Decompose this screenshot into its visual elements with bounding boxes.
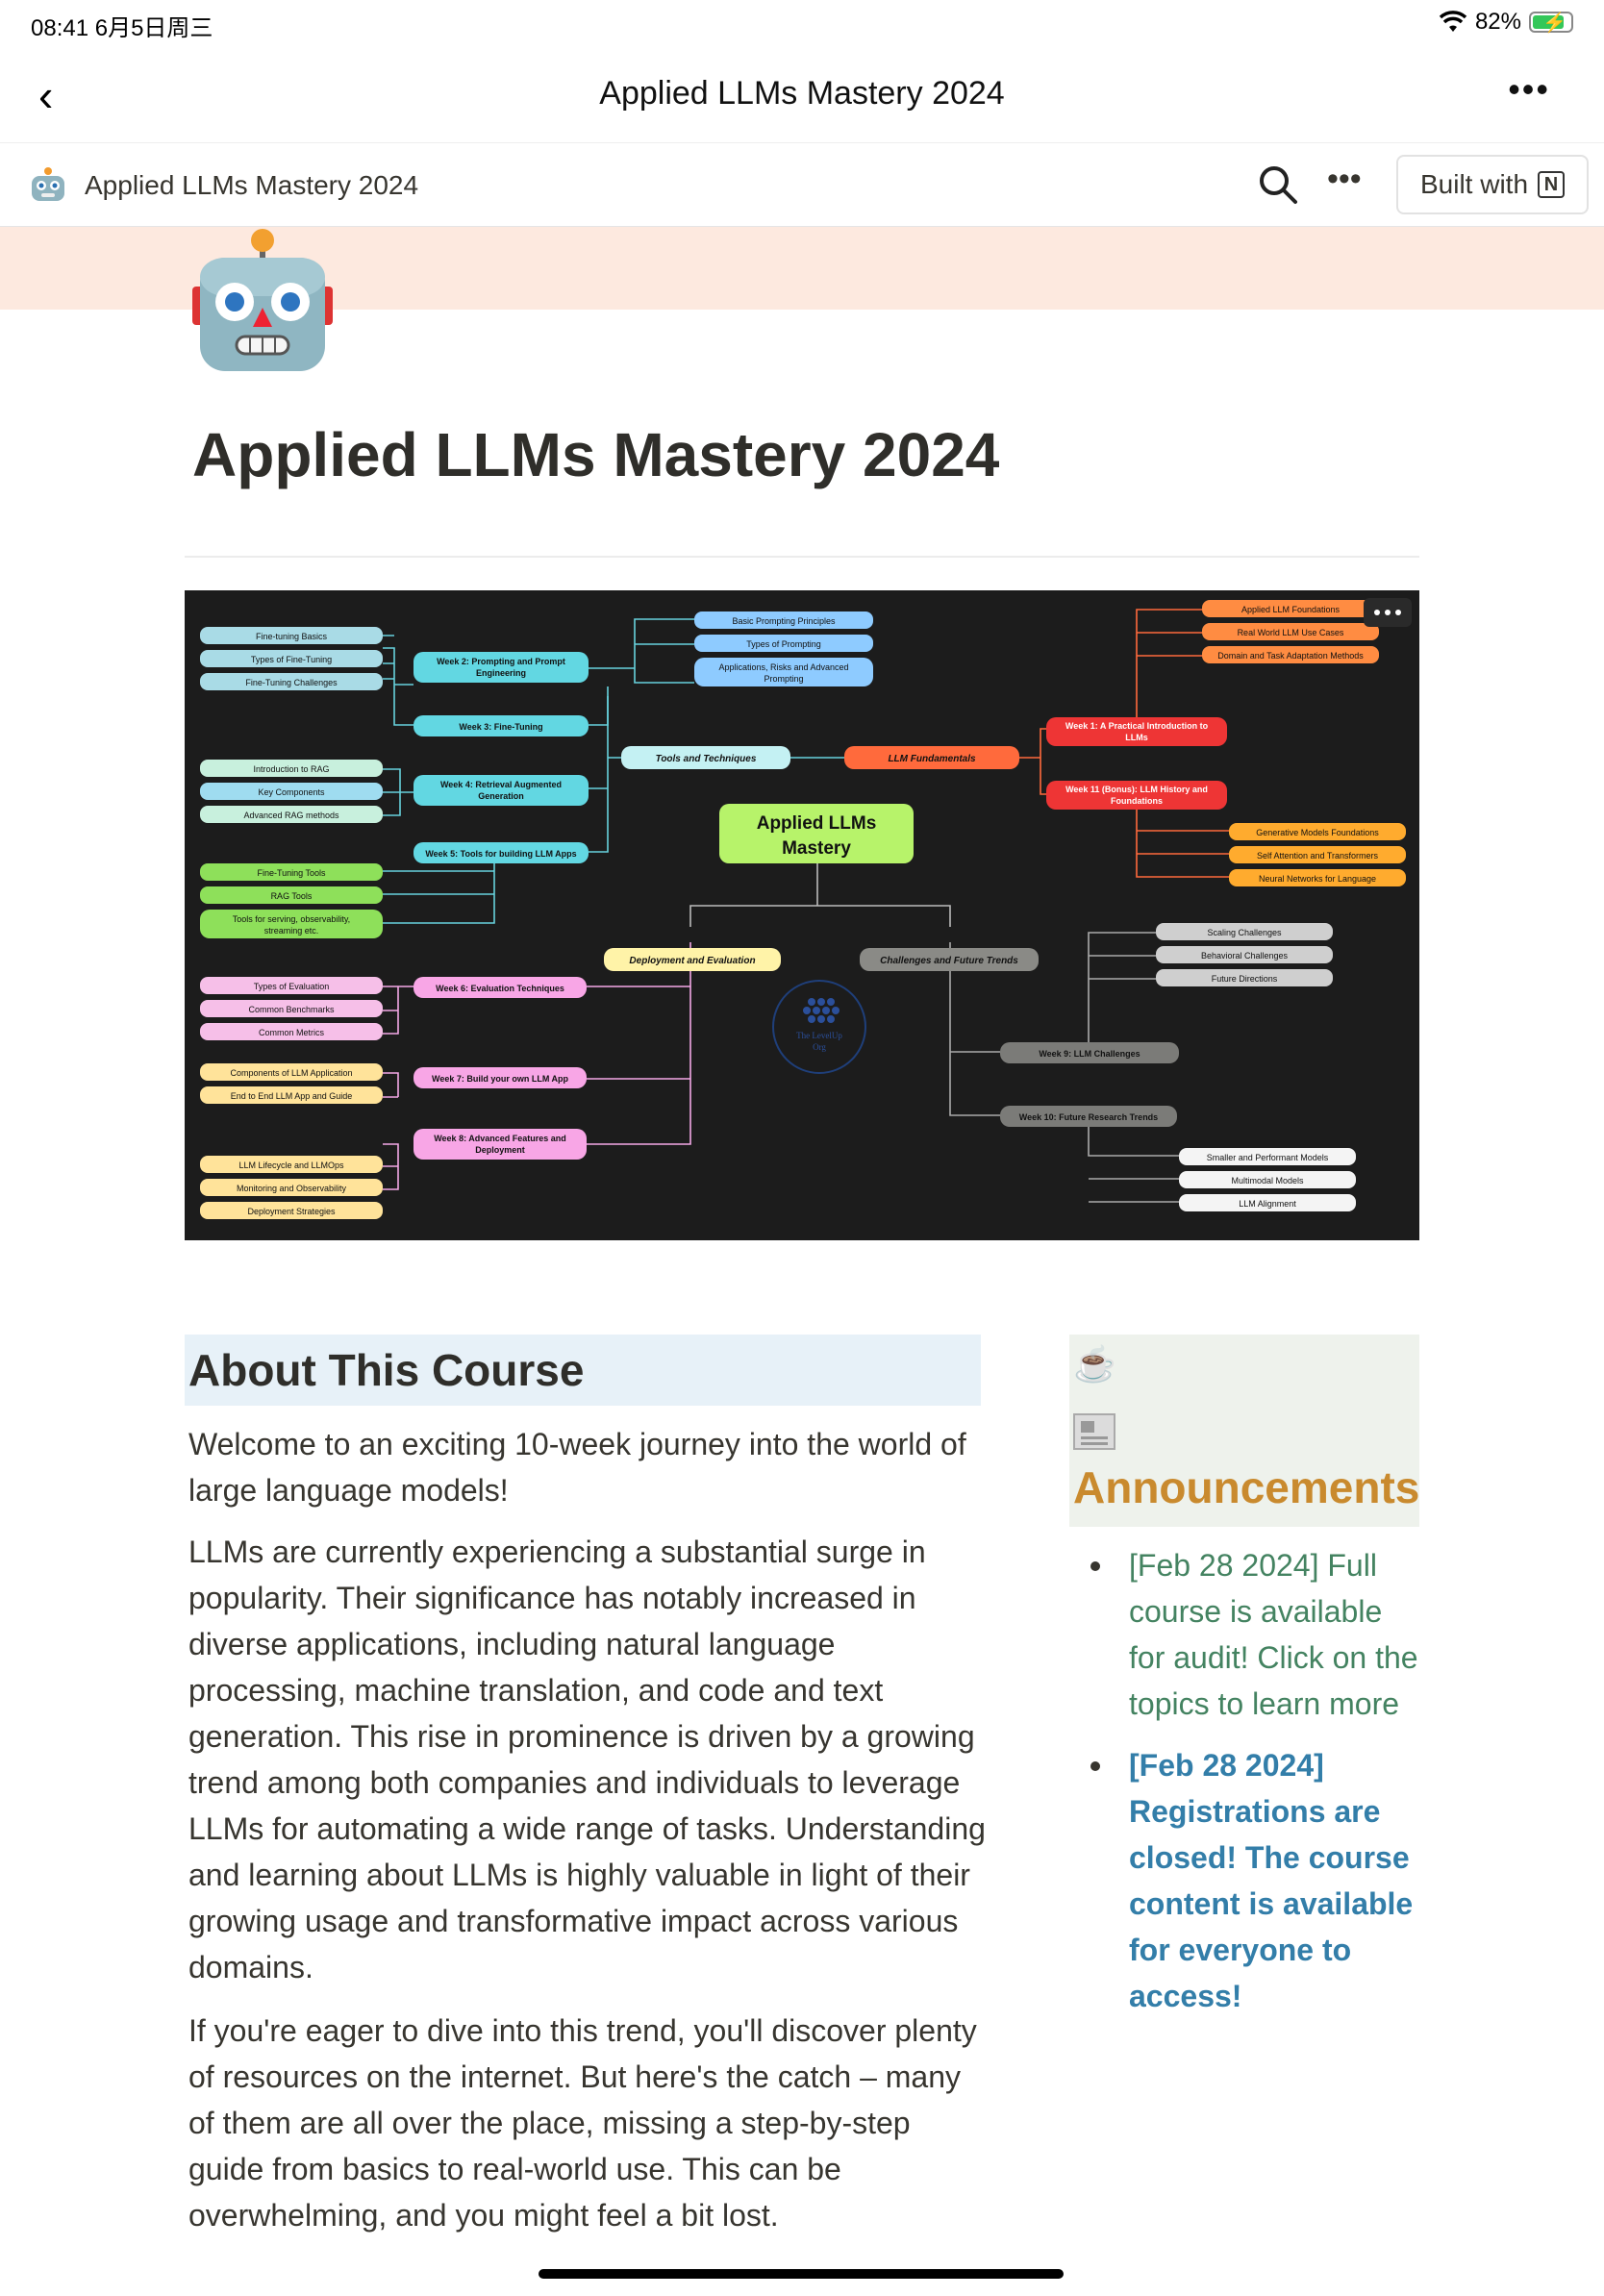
mindmap-week11-line1: Week 11 (Bonus): LLM History and (1065, 785, 1208, 794)
mindmap-week4-item: Advanced RAG methods (243, 811, 339, 820)
mindmap-center-line1: Applied LLMs (757, 813, 877, 834)
mindmap-week8-item: Deployment Strategies (247, 1207, 336, 1216)
built-with-notion-button[interactable]: Built with N (1396, 155, 1589, 214)
mindmap-week5-item: Tools for serving, observability, (233, 914, 350, 924)
mindmap-week10-item: LLM Alignment (1239, 1199, 1296, 1209)
mindmap-week3-item: Types of Fine-Tuning (251, 655, 332, 664)
mindmap-week10-item: Multimodal Models (1231, 1176, 1304, 1185)
bullet-icon (1090, 1761, 1100, 1771)
about-heading: About This Course (185, 1335, 981, 1406)
built-with-label: Built with (1419, 169, 1529, 199)
battery-percent: 82% (1474, 9, 1521, 35)
status-right: 82% ⚡ (1439, 9, 1573, 36)
mindmap-week1-item: Real World LLM Use Cases (1238, 628, 1344, 637)
page-robot-icon (192, 229, 333, 371)
notion-logo-icon: N (1538, 171, 1566, 198)
nav-bar: ‹ Applied LLMs Mastery 2024 ••• (0, 48, 1604, 140)
mindmap-week4-item: Introduction to RAG (253, 764, 329, 774)
mindmap-week9-item: Scaling Challenges (1207, 928, 1282, 937)
mindmap-week6-item: Common Metrics (259, 1028, 325, 1037)
mindmap-week3-item: Fine-Tuning Challenges (245, 678, 338, 687)
mindmap-center-line2: Mastery (782, 838, 851, 859)
mindmap-week8-line2: Deployment (475, 1145, 525, 1155)
mindmap-week1-item: Applied LLM Foundations (1241, 605, 1341, 614)
announcements-heading-block: Announcements (1073, 1398, 1420, 1517)
mindmap-week2-item: Types of Prompting (746, 639, 821, 649)
mindmap-week2-item: Basic Prompting Principles (732, 616, 836, 626)
announcement-item[interactable]: [Feb 28 2024] Registrations are closed! … (1069, 1742, 1419, 2019)
wifi-icon (1439, 11, 1467, 32)
mindmap-week8-item: LLM Lifecycle and LLMOps (238, 1160, 344, 1170)
mindmap-week6-item: Types of Evaluation (254, 982, 330, 991)
mindmap-week2-item: Prompting (764, 674, 803, 684)
nav-title: Applied LLMs Mastery 2024 (599, 75, 1005, 112)
mindmap-week5: Week 5: Tools for building LLM Apps (425, 849, 576, 859)
about-paragraph-2: LLMs are currently experiencing a substa… (188, 1535, 986, 1984)
mindmap-week9-item: Future Directions (1212, 974, 1278, 984)
mindmap-week9: Week 9: LLM Challenges (1039, 1049, 1140, 1059)
mindmap-week5-item: RAG Tools (271, 891, 313, 901)
bullet-icon (1090, 1561, 1100, 1571)
announcements-header: ☕ Announcements (1069, 1335, 1419, 1527)
coffee-icon: ☕ (1073, 1344, 1116, 1384)
about-paragraph-1: Welcome to an exciting 10-week journey i… (188, 1427, 966, 1508)
mindmap-week5-item: streaming etc. (264, 926, 319, 936)
mindmap-week3: Week 3: Fine-Tuning (459, 722, 542, 732)
notion-topbar: Applied LLMs Mastery 2024 ••• Built with… (0, 142, 1604, 227)
search-icon[interactable] (1256, 162, 1300, 207)
mindmap-week1-line1: Week 1: A Practical Introduction to (1065, 721, 1209, 731)
mindmap-week6-item: Common Benchmarks (248, 1005, 335, 1014)
mindmap-week5-item: Fine-Tuning Tools (257, 868, 326, 878)
announcement-item[interactable]: [Feb 28 2024] Full course is available f… (1069, 1542, 1419, 1727)
announcement-text: [Feb 28 2024] Registrations are closed! … (1129, 1748, 1414, 2013)
home-indicator[interactable] (539, 2269, 1064, 2279)
mindmap-week10-item: Smaller and Performant Models (1207, 1153, 1329, 1162)
mindmap-week9-item: Behavioral Challenges (1201, 951, 1289, 961)
mindmap-week7: Week 7: Build your own LLM App (432, 1074, 569, 1084)
status-time: 08:41 6月5日周三 (31, 15, 213, 41)
mindmap-tools-techniques: Tools and Techniques (656, 754, 757, 764)
mindmap-week3-item: Fine-tuning Basics (256, 632, 328, 641)
mindmap-week7-item: End to End LLM App and Guide (231, 1091, 353, 1101)
divider (185, 556, 1419, 558)
newspaper-icon (1073, 1412, 1115, 1450)
about-paragraph-3: If you're eager to dive into this trend,… (188, 2013, 977, 2233)
more-icon[interactable]: ••• (1327, 161, 1362, 198)
mindmap-week2-item: Applications, Risks and Advanced (718, 662, 848, 672)
mindmap-week1-line2: LLMs (1125, 733, 1148, 742)
mindmap-challenges-future: Challenges and Future Trends (880, 956, 1018, 966)
mindmap-week10: Week 10: Future Research Trends (1019, 1112, 1158, 1122)
mindmap-week11-line2: Foundations (1111, 796, 1163, 806)
mindmap-logo-line2: Org (813, 1042, 826, 1052)
mindmap-logo-line1: The LevelUp (796, 1031, 842, 1040)
more-options-icon[interactable]: ••• (1508, 69, 1550, 110)
course-mindmap-image[interactable]: Applied LLMs Mastery Tools and Technique… (185, 590, 1419, 1240)
mindmap-week8-item: Monitoring and Observability (237, 1184, 347, 1193)
status-bar: 08:41 6月5日周三 82% ⚡ (0, 0, 1604, 44)
image-menu-icon[interactable] (1374, 610, 1401, 615)
mindmap-week8-line1: Week 8: Advanced Features and (434, 1134, 566, 1143)
mindmap-week4-item: Key Components (258, 787, 325, 797)
mindmap-week11-item: Neural Networks for Language (1259, 874, 1376, 884)
page-title: Applied LLMs Mastery 2024 (192, 420, 1000, 489)
breadcrumb-page-title[interactable]: Applied LLMs Mastery 2024 (85, 170, 418, 201)
mindmap-deployment-evaluation: Deployment and Evaluation (629, 956, 755, 966)
mindmap-week4-line1: Week 4: Retrieval Augmented (440, 780, 562, 789)
mindmap-week11-item: Self Attention and Transformers (1257, 851, 1379, 861)
mindmap-week1-item: Domain and Task Adaptation Methods (1217, 651, 1364, 661)
announcements-heading: Announcements (1073, 1462, 1420, 1512)
announcements-list: [Feb 28 2024] Full course is available f… (1069, 1542, 1419, 2034)
mindmap-week11-item: Generative Models Foundations (1256, 828, 1379, 837)
mindmap-week2-line1: Week 2: Prompting and Prompt (437, 657, 565, 666)
mindmap-week7-item: Components of LLM Application (230, 1068, 352, 1078)
battery-icon: ⚡ (1529, 12, 1573, 34)
announcement-text: [Feb 28 2024] Full course is available f… (1129, 1548, 1418, 1721)
robot-icon (32, 167, 64, 201)
mindmap-week2-line2: Engineering (476, 668, 526, 678)
mindmap-week6: Week 6: Evaluation Techniques (436, 984, 564, 993)
mindmap-week4-line2: Generation (478, 791, 524, 801)
mindmap-llm-fundamentals: LLM Fundamentals (888, 754, 976, 764)
